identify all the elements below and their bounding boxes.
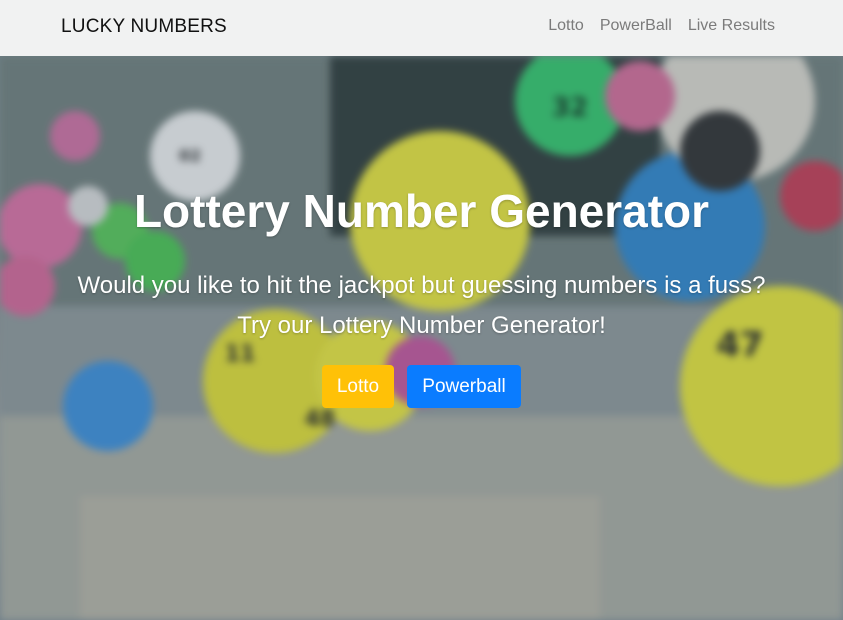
- lotto-button[interactable]: Lotto: [322, 365, 394, 408]
- navbar: LUCKY NUMBERS Lotto PowerBall Live Resul…: [0, 0, 843, 56]
- nav-link-lotto[interactable]: Lotto: [548, 17, 584, 35]
- nav-link-live-results[interactable]: Live Results: [688, 17, 775, 35]
- nav-link-powerball[interactable]: PowerBall: [600, 17, 672, 35]
- hero-section: 32 02 47 48 11 Lottery Number Generator …: [0, 56, 843, 620]
- hero-buttons: Lotto Powerball: [0, 365, 843, 408]
- hero-content: Lottery Number Generator Would you like …: [0, 56, 843, 620]
- brand-logo-link[interactable]: LUCKY NUMBERS: [61, 16, 227, 38]
- hero-subtitle-line-1: Would you like to hit the jackpot but gu…: [77, 272, 766, 299]
- hero-title: Lottery Number Generator: [133, 185, 710, 237]
- hero-subtitle-line-2: Try our Lottery Number Generator!: [237, 312, 606, 339]
- hero-subtitle: Would you like to hit the jackpot but gu…: [0, 266, 843, 346]
- powerball-button[interactable]: Powerball: [407, 365, 521, 408]
- nav-links: Lotto PowerBall Live Results: [548, 17, 775, 35]
